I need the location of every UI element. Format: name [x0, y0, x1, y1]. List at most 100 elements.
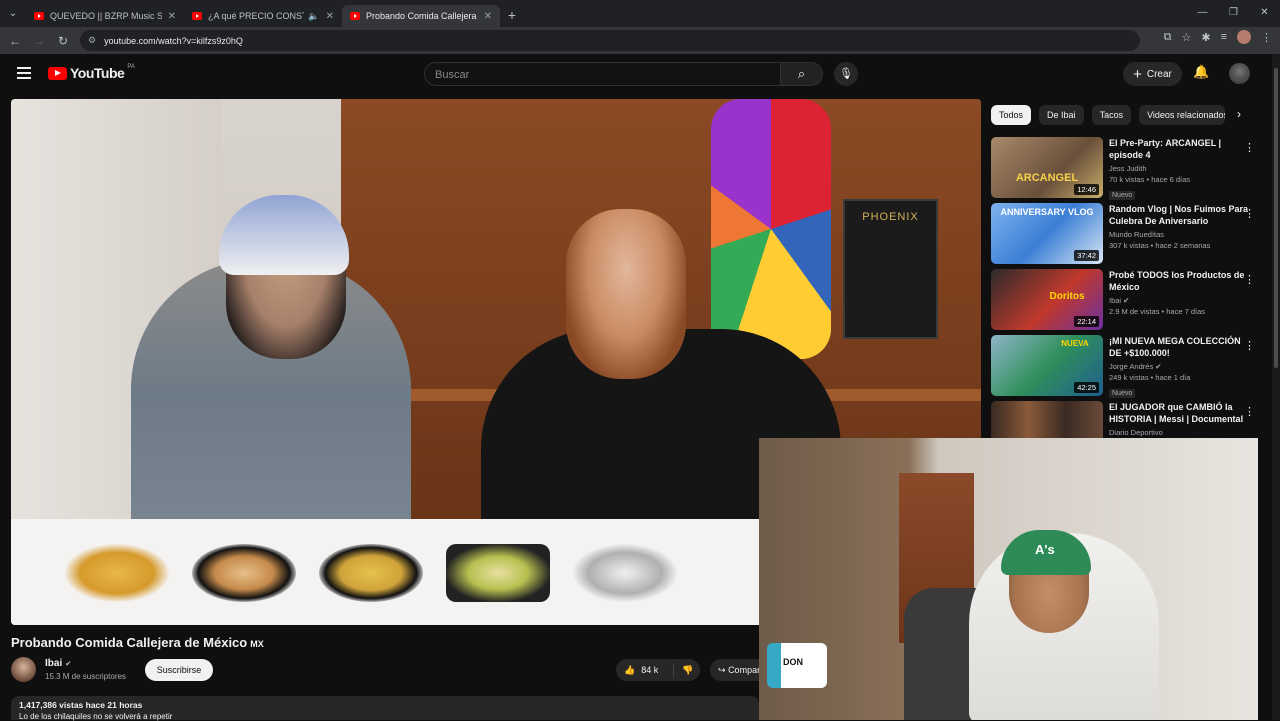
thumbnail-text: Doritos: [1049, 291, 1085, 302]
subscribe-button[interactable]: Suscribirse: [145, 659, 213, 681]
close-window-icon[interactable]: ✕: [1249, 0, 1280, 27]
video-title: Probando Comida Callejera de México MX: [11, 635, 264, 650]
menu-icon[interactable]: [17, 67, 31, 82]
filter-chips: Todos De Ibai Tacos Videos relacionados: [991, 104, 1226, 125]
notifications-bell-icon[interactable]: 🔔: [1193, 64, 1209, 80]
cast-icon[interactable]: ⧉: [1164, 31, 1172, 44]
subscriber-count: 15.3 M de suscriptores: [45, 672, 126, 681]
recommendation-item[interactable]: Doritos 22:14 Probé TODOS los Productos …: [991, 269, 1261, 335]
recommendation-info: Random Vlog | Nos Fuimos Para Culebra De…: [1109, 203, 1249, 269]
close-tab-icon[interactable]: ✕: [484, 11, 492, 22]
verified-icon: ✔: [65, 661, 72, 668]
recommendation-title[interactable]: El JUGADOR que CAMBIÓ la HISTORIA | Mess…: [1109, 401, 1249, 425]
recommendation-meta: 2.9 M de vistas • hace 7 días: [1109, 307, 1206, 316]
food-plate: [446, 544, 550, 602]
like-button[interactable]: 👍 84 k: [616, 663, 674, 677]
bookmark-star-icon[interactable]: ☆: [1181, 31, 1191, 44]
more-options-icon[interactable]: ⋮: [1244, 141, 1255, 154]
video-thumbnail[interactable]: ARCANGEL 12:46: [991, 137, 1103, 198]
minimize-icon[interactable]: —: [1187, 0, 1218, 27]
address-bar-row: ← → ↻ ⚙ youtube.com/watch?v=kilfzs9z0hQ …: [0, 27, 1280, 54]
more-options-icon[interactable]: ⋮: [1244, 339, 1255, 352]
reload-icon[interactable]: ↻: [51, 34, 75, 48]
browser-tab-bar: ⌄ QUEVEDO || BZRP Music Sessio ✕ ¿A qué …: [0, 0, 1280, 27]
recommendation-item[interactable]: ANNIVERSARY VLOG 37:42 Random Vlog | Nos…: [991, 203, 1261, 269]
browser-menu-icon[interactable]: ⋮: [1261, 31, 1272, 44]
recommendation-meta: 70 k vistas • hace 6 días: [1109, 175, 1191, 184]
video-toy-figure: [711, 99, 831, 359]
recommendation-item[interactable]: NUEVA 42:25 ¡MI NUEVA MEGA COLECCIÓN DE …: [991, 335, 1261, 401]
chip-tacos[interactable]: Tacos: [1091, 104, 1132, 125]
media-controls-icon[interactable]: ≡: [1221, 31, 1227, 43]
more-options-icon[interactable]: ⋮: [1244, 405, 1255, 418]
recommendation-title[interactable]: Probé TODOS los Productos de México: [1109, 269, 1249, 293]
create-button[interactable]: + Crear: [1123, 62, 1182, 86]
speaker-icon[interactable]: 🔈: [308, 11, 319, 22]
browser-tab-active[interactable]: Probando Comida Callejera ✕: [342, 5, 500, 27]
like-dislike-group: 👍 84 k 👎: [616, 659, 700, 681]
recommendation-item[interactable]: El JUGADOR que CAMBIÓ la HISTORIA | Mess…: [991, 401, 1261, 438]
account-avatar[interactable]: [1229, 63, 1250, 84]
duration-badge: 42:25: [1074, 382, 1099, 393]
close-tab-icon[interactable]: ✕: [168, 11, 176, 22]
back-icon[interactable]: ←: [3, 34, 27, 48]
recommendation-info: ¡MI NUEVA MEGA COLECCIÓN DE +$100.000! J…: [1109, 335, 1249, 401]
site-info-icon[interactable]: ⚙: [88, 35, 96, 46]
forward-icon[interactable]: →: [27, 34, 51, 48]
food-plate: [192, 544, 296, 602]
recommendation-channel[interactable]: Jorge Andrés ✔: [1109, 362, 1249, 371]
tab-search-chevron-icon[interactable]: ⌄: [0, 8, 26, 19]
search-icon[interactable]: ⌕: [781, 62, 823, 86]
share-label: Compartir: [728, 665, 759, 675]
video-title-text: Probando Comida Callejera de México: [11, 635, 248, 650]
recommendation-channel[interactable]: Jess Judith: [1109, 164, 1249, 173]
channel-name-text: Ibai: [45, 658, 63, 669]
extensions-icon[interactable]: ✱: [1201, 31, 1210, 44]
description-box[interactable]: 1,417,386 vistas hace 21 horas Lo de los…: [11, 696, 759, 721]
youtube-header: YouTube PA Buscar ⌕ 🎙 + Crear 🔔: [0, 54, 1280, 94]
page-scrollbar[interactable]: [1272, 54, 1280, 720]
chevron-right-icon[interactable]: ›: [1237, 107, 1241, 121]
recommendation-title[interactable]: El Pre-Party: ARCANGEL | episode 4: [1109, 137, 1249, 161]
microphone-icon[interactable]: 🎙: [834, 62, 858, 86]
share-button[interactable]: ↪ Compartir: [710, 659, 759, 681]
dislike-button[interactable]: 👎: [674, 665, 693, 676]
video-thumbnail[interactable]: [991, 401, 1103, 438]
youtube-play-logo-icon: [48, 66, 67, 80]
food-plate: [319, 544, 423, 602]
recommendation-channel[interactable]: Ibai ✔: [1109, 296, 1249, 305]
browser-tab[interactable]: QUEVEDO || BZRP Music Sessio ✕: [26, 5, 184, 27]
video-thumbnail[interactable]: NUEVA 42:25: [991, 335, 1103, 396]
scrollbar-thumb[interactable]: [1274, 68, 1278, 368]
chip-videos-relacionados[interactable]: Videos relacionados: [1139, 104, 1226, 125]
video-person-right-head: [566, 209, 686, 379]
recommendation-info: Probé TODOS los Productos de México Ibai…: [1109, 269, 1249, 335]
youtube-favicon-icon: [34, 12, 44, 20]
more-options-icon[interactable]: ⋮: [1244, 273, 1255, 286]
youtube-logo[interactable]: YouTube PA: [48, 64, 135, 81]
browser-tab[interactable]: ¿A qué PRECIO CONSTRUYÓ C 🔈 ✕: [184, 5, 342, 27]
video-thumbnail[interactable]: ANNIVERSARY VLOG 37:42: [991, 203, 1103, 264]
profile-avatar[interactable]: [1237, 30, 1251, 44]
recommendation-channel[interactable]: Diario Deportivo: [1109, 428, 1249, 437]
facecam-overlay: A's DON: [759, 438, 1258, 720]
thumbs-up-icon: 👍: [624, 664, 636, 675]
flag-text: MX: [250, 639, 264, 649]
video-thumbnail[interactable]: Doritos 22:14: [991, 269, 1103, 330]
duration-badge: 37:42: [1074, 250, 1099, 261]
recommendation-info: El Pre-Party: ARCANGEL | episode 4 Jess …: [1109, 137, 1249, 203]
chip-todos[interactable]: Todos: [991, 104, 1032, 125]
recommendation-title[interactable]: Random Vlog | Nos Fuimos Para Culebra De…: [1109, 203, 1249, 227]
new-tab-button[interactable]: +: [500, 7, 524, 23]
channel-name[interactable]: Ibai ✔: [45, 658, 71, 669]
url-field[interactable]: ⚙ youtube.com/watch?v=kilfzs9z0hQ: [80, 30, 1140, 51]
more-options-icon[interactable]: ⋮: [1244, 207, 1255, 220]
recommendation-item[interactable]: ARCANGEL 12:46 El Pre-Party: ARCANGEL | …: [991, 137, 1261, 203]
chip-de-ibai[interactable]: De Ibai: [1039, 104, 1084, 125]
search-input[interactable]: Buscar: [424, 62, 781, 86]
recommendation-channel[interactable]: Mundo Ruedítas: [1109, 230, 1249, 239]
channel-avatar[interactable]: [11, 657, 36, 682]
restore-icon[interactable]: ❐: [1218, 0, 1249, 27]
close-tab-icon[interactable]: ✕: [326, 11, 334, 22]
recommendation-title[interactable]: ¡MI NUEVA MEGA COLECCIÓN DE +$100.000!: [1109, 335, 1249, 359]
